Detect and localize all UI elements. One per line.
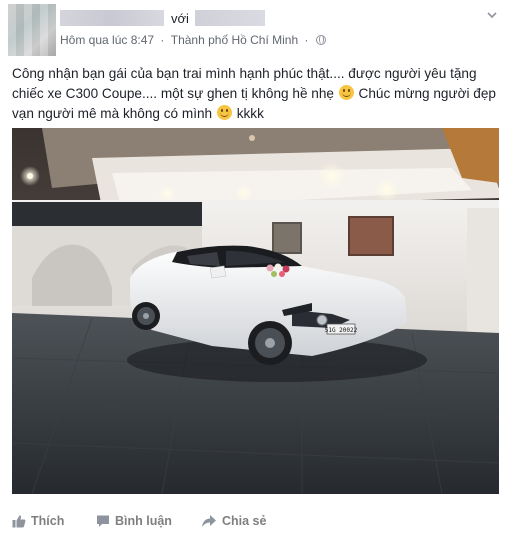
- comment-bubble-icon: [97, 515, 109, 527]
- meta-separator: ·: [160, 33, 165, 47]
- chevron-down-icon[interactable]: [487, 10, 497, 20]
- share-button[interactable]: Chia sẻ: [201, 514, 266, 528]
- author-name-redacted[interactable]: [60, 10, 164, 26]
- smile-emoji-icon: [338, 85, 354, 100]
- tagged-with-label: với: [171, 11, 189, 26]
- share-label: Chia sẻ: [222, 514, 267, 528]
- comment-label: Bình luận: [115, 514, 172, 528]
- smile-emoji-icon: [216, 105, 232, 120]
- globe-icon[interactable]: [315, 35, 326, 45]
- comment-button[interactable]: Bình luận: [96, 514, 172, 528]
- author-avatar[interactable]: [8, 4, 56, 56]
- facebook-post: với Hôm qua lúc 8:47 · Thành phố Hồ Chí …: [0, 0, 509, 536]
- post-meta: Hôm qua lúc 8:47 · Thành phố Hồ Chí Minh…: [60, 33, 326, 47]
- share-arrow-icon: [202, 515, 216, 527]
- thumbs-up-icon: [12, 515, 26, 528]
- plate-text: 51G 20022: [325, 327, 358, 334]
- post-text-part3: kkkk: [236, 106, 264, 121]
- car-photo-image: 51G 20022: [12, 128, 499, 494]
- like-label: Thích: [31, 514, 65, 528]
- tagged-friend-redacted[interactable]: [195, 10, 265, 26]
- post-text: Công nhận bạn gái của bạn trai mình hạnh…: [12, 64, 500, 124]
- post-actions: Thích Bình luận Chia sẻ: [12, 508, 499, 534]
- meta-separator-2: ·: [304, 33, 309, 47]
- post-photo[interactable]: 51G 20022: [12, 128, 499, 494]
- like-button[interactable]: Thích: [12, 514, 64, 528]
- post-location[interactable]: Thành phố Hồ Chí Minh: [171, 33, 298, 47]
- post-timestamp[interactable]: Hôm qua lúc 8:47: [60, 33, 154, 47]
